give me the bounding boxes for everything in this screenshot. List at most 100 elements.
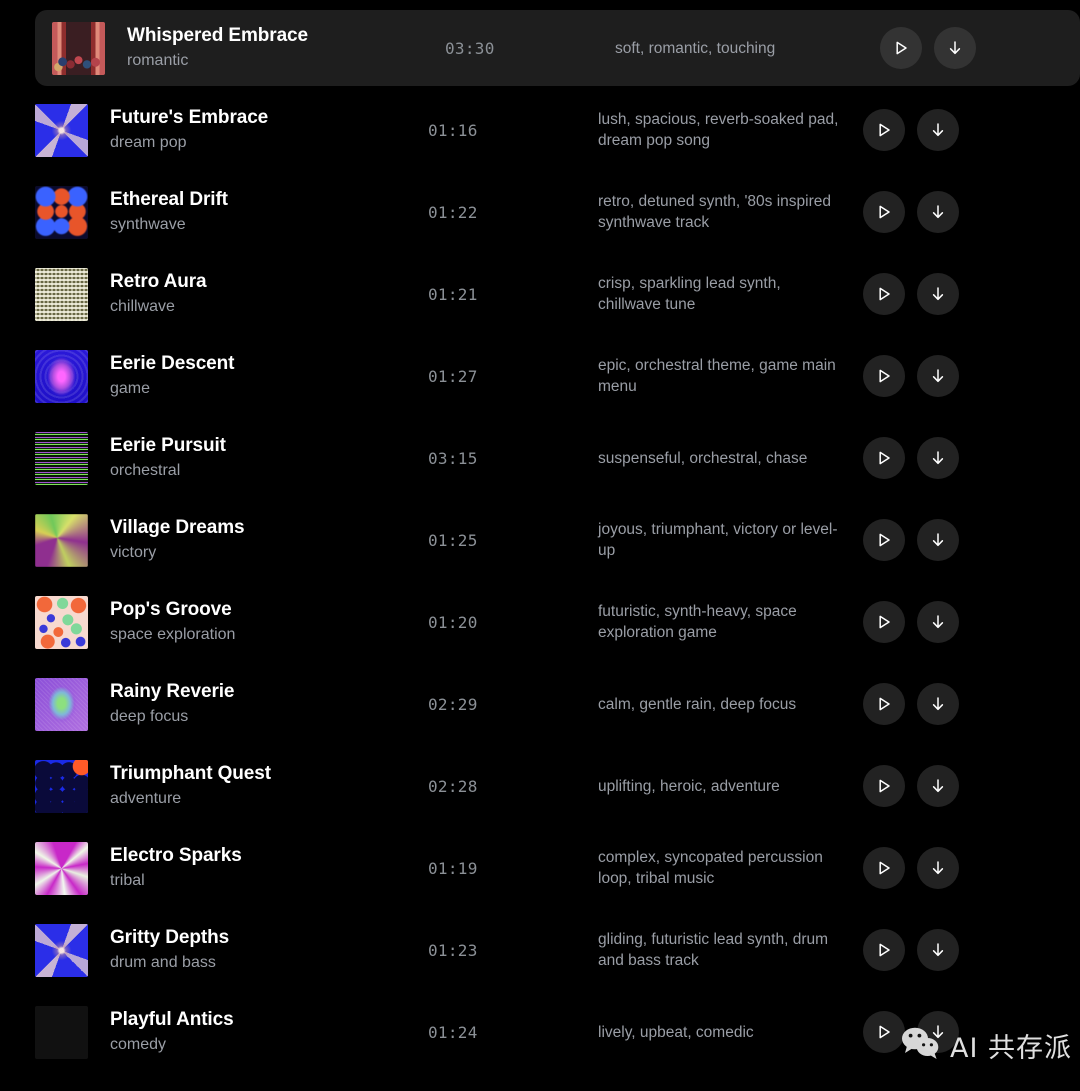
play-button[interactable] xyxy=(863,519,905,561)
download-arrow-icon xyxy=(929,449,947,467)
track-row[interactable]: Gritty Depths drum and bass 01:23 gliding, … xyxy=(0,912,1080,988)
play-icon xyxy=(875,531,893,549)
track-actions xyxy=(863,273,977,315)
track-title: Ethereal Drift xyxy=(110,189,228,210)
track-genre: victory xyxy=(110,544,157,561)
track-description: suspenseful, orchestral, chase xyxy=(598,449,808,467)
track-thumbnail xyxy=(35,185,88,239)
play-button[interactable] xyxy=(863,109,905,151)
play-icon xyxy=(875,1023,893,1041)
download-button[interactable] xyxy=(917,109,959,151)
play-icon xyxy=(875,449,893,467)
track-actions xyxy=(863,355,977,397)
track-thumbnail xyxy=(35,1005,88,1059)
track-row[interactable]: Future's Embrace dream pop 01:16 lush, spac… xyxy=(0,92,1080,168)
play-icon xyxy=(875,367,893,385)
track-row[interactable]: Rainy Reverie deep focus 02:29 calm, gentle… xyxy=(0,666,1080,742)
track-row[interactable]: Retro Aura chillwave 01:21 crisp, sparkling… xyxy=(0,256,1080,332)
play-icon xyxy=(875,941,893,959)
track-title: Pop's Groove xyxy=(110,599,232,620)
download-arrow-icon xyxy=(929,777,947,795)
play-icon xyxy=(875,859,893,877)
track-meta: Eerie Pursuit orchestral xyxy=(88,434,428,482)
track-row[interactable]: Pop's Groove space exploration 01:20 futuri… xyxy=(0,584,1080,660)
download-button[interactable] xyxy=(917,601,959,643)
track-duration: 01:25 xyxy=(428,530,478,550)
download-button[interactable] xyxy=(917,765,959,807)
track-row[interactable]: Eerie Descent game 01:27 epic, orchestral t… xyxy=(0,338,1080,414)
track-meta: Whispered Embrace romantic xyxy=(105,24,445,72)
download-button[interactable] xyxy=(917,273,959,315)
download-button[interactable] xyxy=(917,519,959,561)
track-title: Playful Antics xyxy=(110,1009,234,1030)
track-row[interactable]: Eerie Pursuit orchestral 03:15 suspenseful,… xyxy=(0,420,1080,496)
play-button[interactable] xyxy=(863,683,905,725)
play-button[interactable] xyxy=(863,601,905,643)
track-thumbnail xyxy=(35,595,88,649)
play-button[interactable] xyxy=(863,765,905,807)
track-thumbnail xyxy=(35,677,88,731)
play-icon xyxy=(875,613,893,631)
track-genre: comedy xyxy=(110,1036,167,1053)
play-button[interactable] xyxy=(863,437,905,479)
download-button[interactable] xyxy=(917,355,959,397)
play-button[interactable] xyxy=(880,27,922,69)
track-genre: game xyxy=(110,380,151,397)
track-description: uplifting, heroic, adventure xyxy=(598,777,780,795)
track-duration: 01:19 xyxy=(428,858,478,878)
download-button[interactable] xyxy=(917,1011,959,1053)
download-button[interactable] xyxy=(917,929,959,971)
play-button[interactable] xyxy=(863,191,905,233)
download-arrow-icon xyxy=(929,859,947,877)
download-button[interactable] xyxy=(934,27,976,69)
track-genre: space exploration xyxy=(110,626,236,643)
play-button[interactable] xyxy=(863,273,905,315)
track-thumbnail xyxy=(35,349,88,403)
track-row[interactable]: Whispered Embrace romantic 03:30 soft, roma… xyxy=(35,10,1080,86)
track-row[interactable]: Electro Sparks tribal 01:19 complex, syncop… xyxy=(0,830,1080,906)
track-meta: Future's Embrace dream pop xyxy=(88,106,428,154)
track-description: soft, romantic, touching xyxy=(615,39,776,57)
track-duration: 01:23 xyxy=(428,940,478,960)
track-meta: Eerie Descent game xyxy=(88,352,428,400)
track-duration: 03:30 xyxy=(445,38,495,58)
track-actions xyxy=(863,437,977,479)
track-actions xyxy=(863,519,977,561)
track-title: Electro Sparks xyxy=(110,845,242,866)
track-actions xyxy=(863,847,977,889)
track-description: crisp, sparkling lead synth, chillwave t… xyxy=(598,275,781,313)
play-button[interactable] xyxy=(863,847,905,889)
track-actions xyxy=(863,765,977,807)
track-description: lush, spacious, reverb-soaked pad, dream… xyxy=(598,111,839,149)
track-row[interactable]: Triumphant Quest adventure 02:28 uplifting,… xyxy=(0,748,1080,824)
track-row[interactable]: Village Dreams victory 01:25 joyous, triump… xyxy=(0,502,1080,578)
download-arrow-icon xyxy=(929,613,947,631)
track-duration: 01:20 xyxy=(428,612,478,632)
play-icon xyxy=(875,285,893,303)
track-genre: adventure xyxy=(110,790,182,807)
track-row[interactable]: Ethereal Drift synthwave 01:22 retro, detun… xyxy=(0,174,1080,250)
download-button[interactable] xyxy=(917,191,959,233)
track-row[interactable]: Playful Antics comedy 01:24 lively, upbeat,… xyxy=(0,994,1080,1070)
download-button[interactable] xyxy=(917,847,959,889)
track-title: Village Dreams xyxy=(110,517,245,538)
play-button[interactable] xyxy=(863,1011,905,1053)
track-actions xyxy=(863,1011,977,1053)
track-title: Future's Embrace xyxy=(110,107,269,128)
track-description: joyous, triumphant, victory or level-up xyxy=(598,521,838,559)
track-meta: Retro Aura chillwave xyxy=(88,270,428,318)
track-actions xyxy=(863,191,977,233)
track-genre: drum and bass xyxy=(110,954,216,971)
download-button[interactable] xyxy=(917,437,959,479)
download-arrow-icon xyxy=(946,39,964,57)
track-title: Triumphant Quest xyxy=(110,763,271,784)
track-title: Eerie Descent xyxy=(110,353,235,374)
play-button[interactable] xyxy=(863,355,905,397)
play-button[interactable] xyxy=(863,929,905,971)
download-button[interactable] xyxy=(917,683,959,725)
play-icon xyxy=(875,777,893,795)
play-icon xyxy=(875,695,893,713)
track-genre: tribal xyxy=(110,872,145,889)
play-icon xyxy=(875,203,893,221)
download-arrow-icon xyxy=(929,203,947,221)
